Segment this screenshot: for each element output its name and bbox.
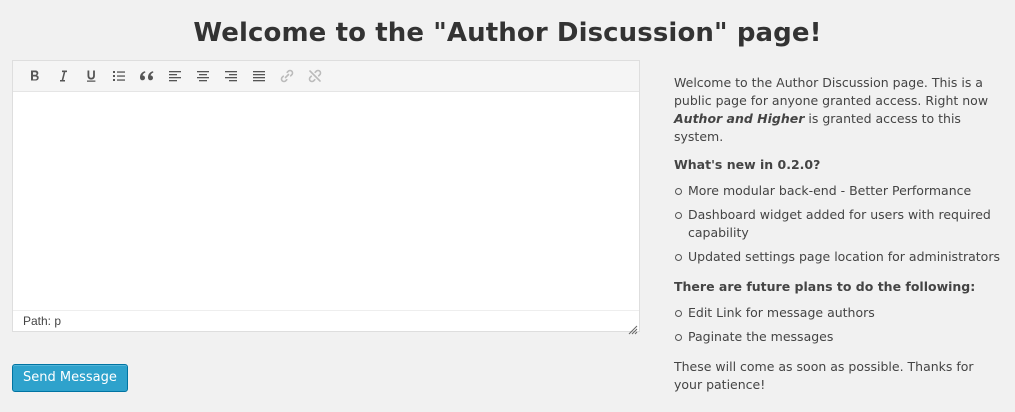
align-left-icon[interactable] [165, 66, 185, 86]
list-item: Updated settings page location for admin… [674, 248, 1004, 266]
bold-icon[interactable] [25, 66, 45, 86]
list-item: More modular back-end - Better Performan… [674, 182, 1004, 200]
message-editor: Path: p [12, 60, 640, 335]
resize-handle-icon[interactable] [628, 320, 638, 335]
access-level: Author and Higher [674, 111, 805, 126]
author-discussion-page: Welcome to the "Author Discussion" page! [0, 0, 1015, 412]
blockquote-icon[interactable] [137, 66, 157, 86]
align-center-icon[interactable] [193, 66, 213, 86]
page-title: Welcome to the "Author Discussion" page! [193, 18, 822, 48]
info-sidebar: Welcome to the Author Discussion page. T… [674, 74, 1004, 394]
message-content-area[interactable] [13, 92, 639, 312]
list-item: Dashboard widget added for users with re… [674, 206, 1004, 242]
intro-text: Welcome to the Author Discussion page. T… [674, 74, 1004, 146]
remove-link-icon[interactable] [305, 66, 325, 86]
editor-path-bar: Path: p [13, 310, 639, 331]
circle-bullet-icon [675, 334, 682, 341]
insert-link-icon[interactable] [277, 66, 297, 86]
list-item: Paginate the messages [674, 328, 1004, 346]
circle-bullet-icon [675, 310, 682, 317]
future-plans-heading: There are future plans to do the followi… [674, 279, 976, 294]
italic-icon[interactable] [53, 66, 73, 86]
whats-new-list: More modular back-end - Better Performan… [674, 182, 1004, 266]
align-right-icon[interactable] [221, 66, 241, 86]
circle-bullet-icon [675, 212, 682, 219]
future-plans-list: Edit Link for message authors Paginate t… [674, 304, 1004, 346]
intro-text-start: Welcome to the Author Discussion page. T… [674, 75, 989, 108]
whats-new-heading: What's new in 0.2.0? [674, 157, 821, 172]
list-item: Edit Link for message authors [674, 304, 1004, 322]
circle-bullet-icon [675, 188, 682, 195]
send-message-button[interactable]: Send Message [12, 364, 128, 392]
bullet-list-icon[interactable] [109, 66, 129, 86]
editor-toolbar [13, 61, 639, 92]
align-justify-icon[interactable] [249, 66, 269, 86]
circle-bullet-icon [675, 254, 682, 261]
closing-text: These will come as soon as possible. Tha… [674, 359, 974, 392]
underline-icon[interactable] [81, 66, 101, 86]
